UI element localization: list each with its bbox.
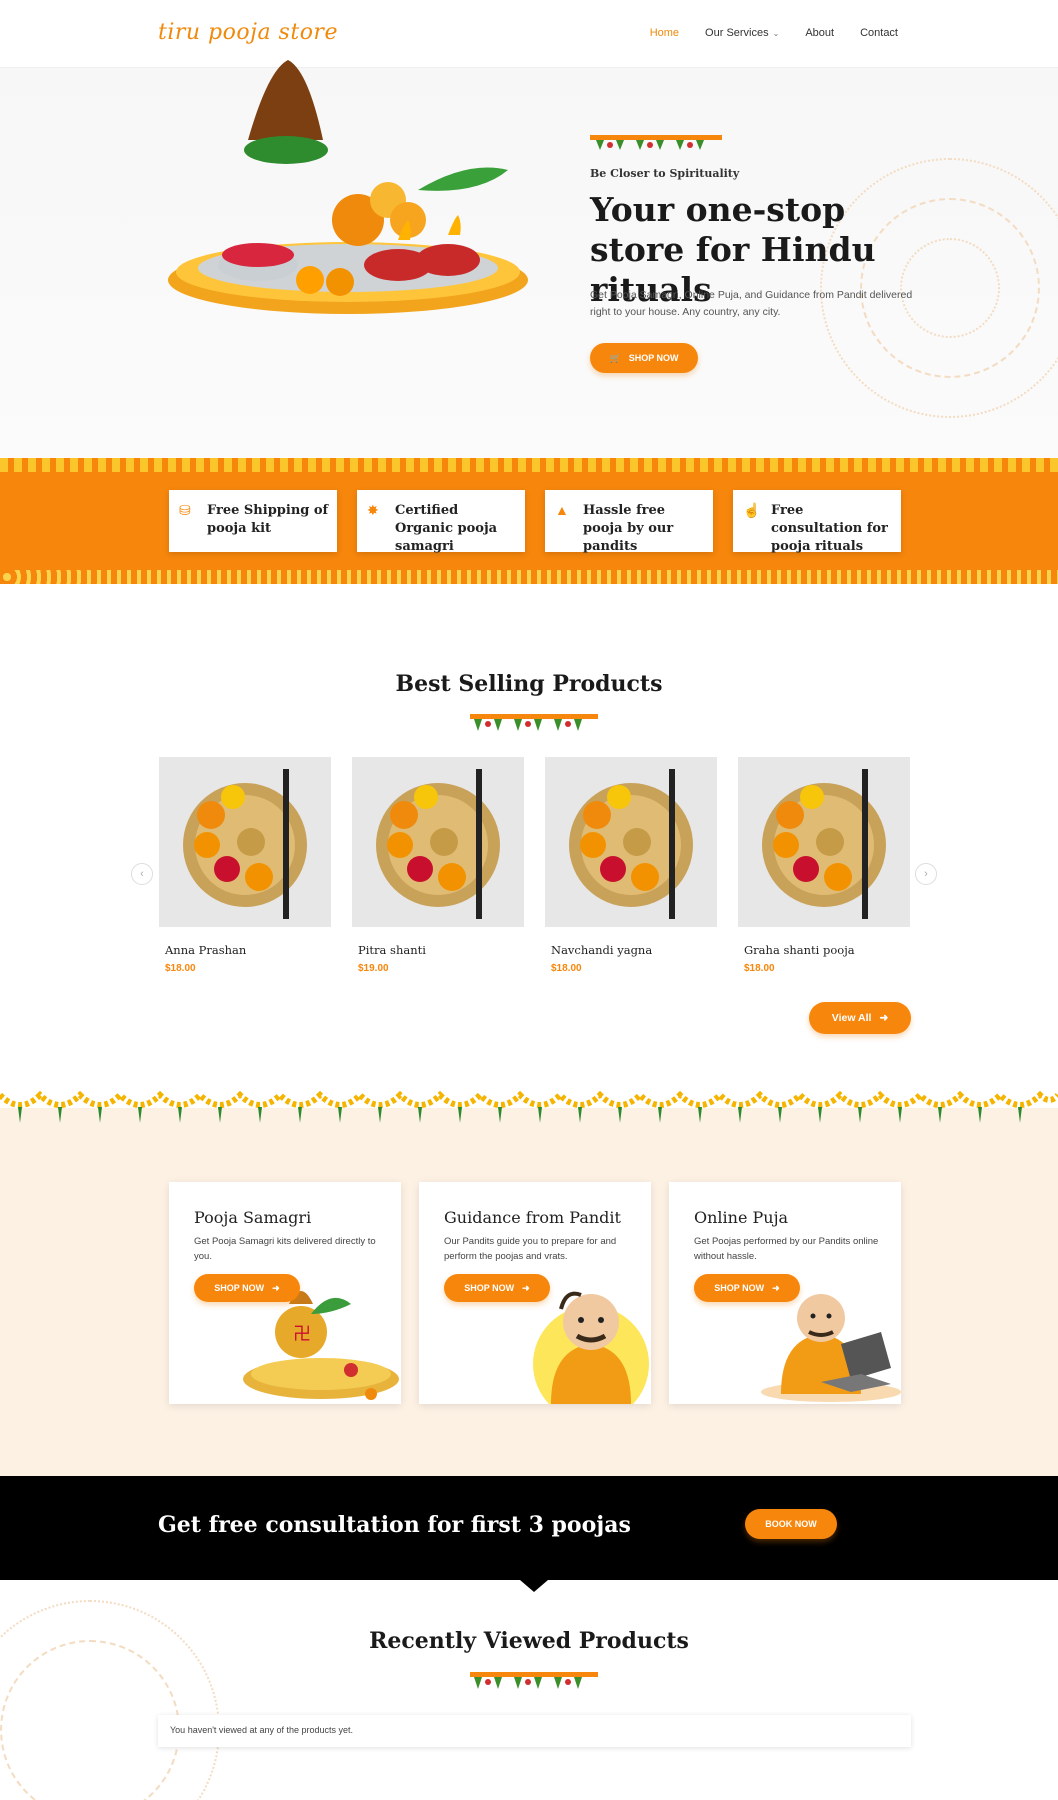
badge-icon: ✸	[367, 502, 379, 518]
arrow-right-icon: ➜	[272, 1282, 280, 1293]
toran-decoration	[590, 135, 722, 150]
product-card[interactable]: Pitra shanti $19.00	[352, 757, 524, 974]
pooja-samagri-shop-now-button[interactable]: SHOP NOW ➜	[194, 1274, 300, 1302]
product-card[interactable]: Graha shanti pooja $18.00	[738, 757, 910, 974]
product-price: $18.00	[744, 963, 775, 974]
hero-description: Get Pooja Samagri, Online Puja, and Guid…	[590, 289, 913, 318]
product-price: $18.00	[551, 963, 582, 974]
pooja-thali-image	[168, 60, 528, 314]
toran-decoration	[470, 1672, 598, 1689]
garland-decoration	[0, 1090, 1058, 1123]
shop-now-label: SHOP NOW	[464, 1283, 515, 1293]
main-menu: Home Our Services ⌄ About Contact	[650, 27, 898, 39]
toran-decoration	[470, 714, 598, 731]
band-border-top	[0, 458, 1058, 472]
menu-item-home[interactable]: Home	[650, 27, 679, 39]
best-selling-title: Best Selling Products	[395, 671, 663, 697]
feature-card: ⛁ Free Shipping of pooja kit	[169, 490, 337, 552]
product-card[interactable]: Navchandi yagna $18.00	[545, 757, 717, 974]
product-name[interactable]: Anna Prashan	[159, 943, 331, 957]
chevron-left-icon: ‹	[140, 868, 144, 880]
shop-now-label: SHOP NOW	[714, 1283, 765, 1293]
service-card-online-puja: Online Puja Get Poojas performed by our …	[669, 1182, 901, 1404]
service-card-guidance-from-pandit: Guidance from Pandit Our Pandits guide y…	[419, 1182, 651, 1404]
guidance-shop-now-button[interactable]: SHOP NOW ➜	[444, 1274, 550, 1302]
service-title: Pooja Samagri	[194, 1208, 312, 1227]
carousel-prev-button[interactable]: ‹	[131, 863, 153, 885]
feature-label: Free consultation for pooja rituals	[771, 503, 888, 554]
arrow-right-icon: ➜	[772, 1282, 780, 1293]
feature-label: Free Shipping of pooja kit	[207, 503, 329, 536]
menu-item-label: Our Services	[705, 27, 769, 39]
book-now-button[interactable]: BOOK NOW	[745, 1509, 837, 1539]
cta-pointer	[520, 1580, 548, 1592]
product-image[interactable]	[545, 757, 717, 927]
recently-viewed-title: Recently Viewed Products	[369, 1628, 689, 1654]
hero-shop-now-label: SHOP NOW	[628, 353, 679, 363]
product-image[interactable]	[159, 757, 331, 927]
handshake-icon: ☝	[743, 502, 761, 518]
recently-viewed-empty-message: You haven't viewed at any of the product…	[158, 1715, 911, 1747]
shop-now-label: SHOP NOW	[214, 1283, 265, 1293]
feature-card: ✸ Certified Organic pooja samagri	[357, 490, 525, 554]
site-logo[interactable]: tiru pooja store	[158, 20, 338, 45]
product-name[interactable]: Graha shanti pooja	[738, 943, 910, 957]
menu-item-our-services[interactable]: Our Services ⌄	[705, 27, 779, 39]
truck-icon: ⛁	[179, 502, 191, 518]
online-puja-shop-now-button[interactable]: SHOP NOW ➜	[694, 1274, 800, 1302]
feature-label: Hassle free pooja by our pandits	[583, 503, 674, 554]
service-description: Our Pandits guide you to prepare for and…	[444, 1236, 617, 1262]
hero-shop-now-button[interactable]: 🛒 SHOP NOW	[590, 343, 698, 373]
view-all-label: View All	[831, 1012, 872, 1024]
view-all-button[interactable]: View All ➜	[809, 1002, 911, 1034]
menu-item-contact[interactable]: Contact	[860, 27, 898, 39]
service-description: Get Poojas performed by our Pandits onli…	[694, 1236, 879, 1262]
service-description: Get Pooja Samagri kits delivered directl…	[194, 1236, 376, 1262]
book-now-label: BOOK NOW	[765, 1519, 817, 1529]
product-price: $19.00	[358, 963, 389, 974]
cta-text: Get free consultation for first 3 poojas	[158, 1512, 631, 1538]
product-price: $18.00	[165, 963, 196, 974]
band-border-bottom	[0, 570, 1058, 584]
service-title: Online Puja	[694, 1208, 789, 1227]
feature-label: Certified Organic pooja samagri	[395, 503, 498, 554]
praying-hands-icon: ▲	[555, 502, 569, 518]
product-card[interactable]: Anna Prashan $18.00	[159, 757, 331, 974]
cart-icon: 🛒	[609, 352, 621, 363]
product-name[interactable]: Navchandi yagna	[545, 943, 717, 957]
product-image[interactable]	[738, 757, 910, 927]
chevron-down-icon: ⌄	[772, 29, 780, 38]
cta-banner: Get free consultation for first 3 poojas…	[0, 1476, 1058, 1580]
product-image[interactable]	[352, 757, 524, 927]
product-name[interactable]: Pitra shanti	[352, 943, 524, 957]
hero-tagline: Be Closer to Spirituality	[590, 167, 740, 180]
chevron-right-icon: ›	[924, 868, 928, 880]
arrow-right-icon: ➜	[879, 1012, 889, 1024]
service-title: Guidance from Pandit	[444, 1208, 621, 1227]
feature-card: ▲ Hassle free pooja by our pandits	[545, 490, 713, 554]
svg-text:卍: 卍	[293, 1324, 311, 1345]
menu-item-about[interactable]: About	[805, 27, 834, 39]
arrow-right-icon: ➜	[522, 1282, 530, 1293]
service-card-pooja-samagri: Pooja Samagri Get Pooja Samagri kits del…	[169, 1182, 401, 1404]
feature-card: ☝ Free consultation for pooja rituals	[733, 490, 901, 554]
carousel-next-button[interactable]: ›	[915, 863, 937, 885]
